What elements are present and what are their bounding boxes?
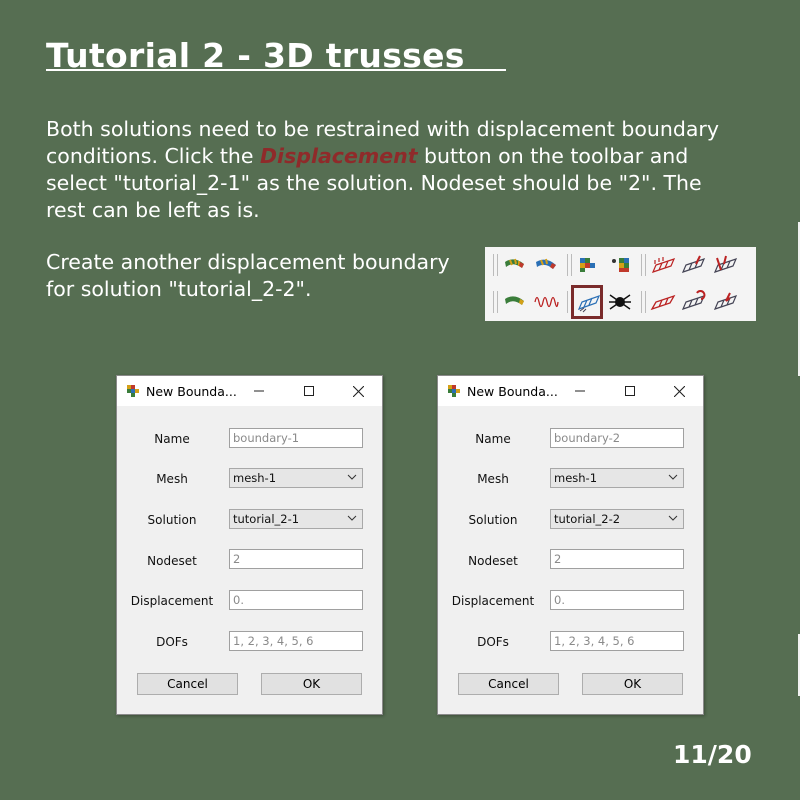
beam-curve-2-icon[interactable] xyxy=(533,252,559,278)
solution-label: Solution xyxy=(468,513,518,527)
new-boundary-dialog-2: New Bounda... Name boundary-2 Mesh mesh-… xyxy=(437,375,704,715)
grid-section-icon[interactable] xyxy=(575,252,601,278)
displacement-field[interactable]: 0. xyxy=(550,590,684,610)
nodeset-label: Nodeset xyxy=(147,554,197,568)
toolbar-separator xyxy=(645,254,646,276)
spider-node-icon[interactable] xyxy=(607,289,633,315)
minimize-icon[interactable] xyxy=(248,381,270,401)
minimize-icon[interactable] xyxy=(569,381,591,401)
truss-load-icon[interactable] xyxy=(650,289,676,315)
cancel-button[interactable]: Cancel xyxy=(137,673,238,695)
toolbar-separator xyxy=(641,291,642,313)
toolbar-separator xyxy=(567,291,568,313)
ok-button[interactable]: OK xyxy=(261,673,362,695)
chevron-down-icon xyxy=(668,515,678,521)
dialog-titlebar: New Bounda... xyxy=(117,376,382,406)
toolbar-separator xyxy=(497,291,498,313)
dialog-title: New Bounda... xyxy=(146,384,237,399)
solution-select[interactable]: tutorial_2-1 xyxy=(229,509,363,529)
title-underline xyxy=(46,69,506,71)
toolbar-separator xyxy=(571,254,572,276)
curved-beam-icon[interactable] xyxy=(502,289,528,315)
app-icon xyxy=(127,385,139,397)
displacement-highlight: Displacement xyxy=(260,144,418,168)
node-section-icon[interactable] xyxy=(607,252,633,278)
truss-mesh-2-icon[interactable] xyxy=(680,252,706,278)
dofs-field[interactable]: 1, 2, 3, 4, 5, 6 xyxy=(550,631,684,651)
dialog-title: New Bounda... xyxy=(467,384,558,399)
mesh-select[interactable]: mesh-1 xyxy=(550,468,684,488)
mesh-label: Mesh xyxy=(477,472,509,486)
name-field[interactable]: boundary-1 xyxy=(229,428,363,448)
solution-select[interactable]: tutorial_2-2 xyxy=(550,509,684,529)
maximize-icon[interactable] xyxy=(619,381,641,401)
instruction-paragraph-1: Both solutions need to be restrained wit… xyxy=(46,116,746,224)
close-icon[interactable] xyxy=(347,381,369,401)
new-boundary-dialog-1: New Bounda... Name boundary-1 Mesh mesh-… xyxy=(116,375,383,715)
dialog-titlebar: New Bounda... xyxy=(438,376,703,406)
app-icon xyxy=(448,385,460,397)
toolbar-separator xyxy=(493,291,494,313)
mesh-select-value: mesh-1 xyxy=(554,471,598,485)
toolbar-separator xyxy=(645,291,646,313)
dofs-label: DOFs xyxy=(477,635,509,649)
name-label: Name xyxy=(154,432,190,446)
toolbar xyxy=(485,247,756,321)
ok-button[interactable]: OK xyxy=(582,673,683,695)
chevron-down-icon xyxy=(347,474,357,480)
displacement-button-highlight xyxy=(571,285,603,319)
toolbar-row-1 xyxy=(485,247,756,284)
truss-rotate-icon[interactable] xyxy=(680,289,706,315)
solution-label: Solution xyxy=(147,513,197,527)
name-field[interactable]: boundary-2 xyxy=(550,428,684,448)
cancel-button[interactable]: Cancel xyxy=(458,673,559,695)
mesh-label: Mesh xyxy=(156,472,188,486)
mesh-select[interactable]: mesh-1 xyxy=(229,468,363,488)
toolbar-row-2 xyxy=(485,284,756,321)
toolbar-separator xyxy=(641,254,642,276)
displacement-field[interactable]: 0. xyxy=(229,590,363,610)
nodeset-field[interactable]: 2 xyxy=(229,549,363,569)
beam-curve-icon[interactable] xyxy=(502,252,528,278)
close-icon[interactable] xyxy=(668,381,690,401)
truss-mesh-3-icon[interactable] xyxy=(712,252,738,278)
nodeset-label: Nodeset xyxy=(468,554,518,568)
chevron-down-icon xyxy=(347,515,357,521)
mesh-select-value: mesh-1 xyxy=(233,471,277,485)
solution-select-value: tutorial_2-1 xyxy=(233,512,300,526)
dofs-label: DOFs xyxy=(156,635,188,649)
name-label: Name xyxy=(475,432,511,446)
chevron-down-icon xyxy=(668,474,678,480)
displacement-label: Displacement xyxy=(451,594,535,608)
truss-mesh-icon[interactable] xyxy=(650,252,676,278)
toolbar-separator xyxy=(567,254,568,276)
toolbar-separator xyxy=(497,254,498,276)
dofs-field[interactable]: 1, 2, 3, 4, 5, 6 xyxy=(229,631,363,651)
solution-select-value: tutorial_2-2 xyxy=(554,512,621,526)
toolbar-separator xyxy=(493,254,494,276)
maximize-icon[interactable] xyxy=(298,381,320,401)
displacement-label: Displacement xyxy=(130,594,214,608)
nodeset-field[interactable]: 2 xyxy=(550,549,684,569)
truss-arrow-icon[interactable] xyxy=(712,289,738,315)
spring-wave-icon[interactable] xyxy=(533,289,559,315)
instruction-paragraph-2: Create another displacement boundary for… xyxy=(46,250,450,301)
page-number: 11/20 xyxy=(673,740,752,769)
